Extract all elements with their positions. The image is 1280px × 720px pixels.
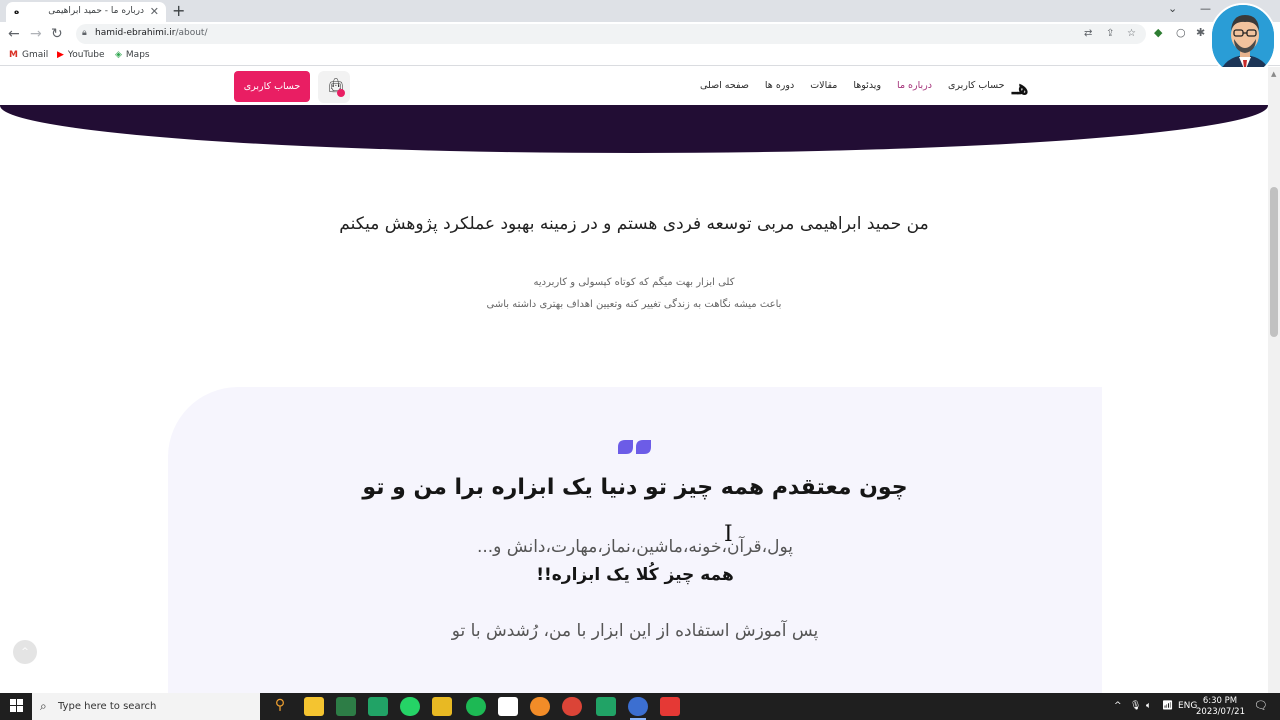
new-tab-button[interactable]: + <box>172 2 185 20</box>
lock-icon[interactable]: 🔒︎ <box>82 28 87 38</box>
site-header: هـ صفحه اصلی دوره ها مقالات ویدئوها دربا… <box>0 67 1268 105</box>
quote-emphasis: همه چیز کُلا یک ابزاره!! <box>536 565 734 585</box>
menu-item-home[interactable]: صفحه اصلی <box>700 80 749 94</box>
taskbar-notes-icon[interactable] <box>304 697 324 716</box>
quote-icon <box>618 440 651 454</box>
taskbar-clock[interactable]: 6:30 PM 2023/07/21 <box>1196 696 1245 718</box>
gmail-icon: M <box>9 50 18 60</box>
minimize-icon[interactable]: — <box>1200 2 1211 15</box>
taskbar-app-icon[interactable] <box>530 697 550 716</box>
back-to-top-button[interactable]: ^ <box>13 640 37 664</box>
tab-search-icon[interactable]: ⌄ <box>1168 2 1177 15</box>
bookmark-label: Maps <box>125 50 150 60</box>
youtube-icon: ▶ <box>57 50 64 60</box>
presenter-avatar <box>1210 3 1276 77</box>
windows-start-icon[interactable] <box>10 699 24 713</box>
bookmark-youtube[interactable]: ▶ YouTube <box>57 50 105 60</box>
cart-badge <box>337 89 345 97</box>
taskbar-camtasia-icon[interactable] <box>368 697 388 716</box>
tray-chevron-icon[interactable]: ^ <box>1114 701 1122 711</box>
windows-taskbar: ⌕ Type here to search ⚲ ^ 🎙︎ 🔈︎ 📶︎ ENG 6… <box>0 693 1280 720</box>
address-bar[interactable]: 🔒︎ hamid-ebrahimi.ir/about/ ⇄ ⇪ ☆ <box>76 24 1146 44</box>
clock-date: 2023/07/21 <box>1196 707 1245 717</box>
tab-close-icon[interactable]: ✕ <box>150 5 159 18</box>
notifications-icon[interactable]: 🗨︎ <box>1254 699 1268 712</box>
taskbar-camtasia-icon[interactable] <box>596 697 616 716</box>
browser-titlebar: ه درباره ما - حمید ابراهیمی ✕ + ⌄ — <box>0 0 1280 22</box>
menu-item-videos[interactable]: ویدئوها <box>853 80 881 94</box>
clock-time: 6:30 PM <box>1202 696 1238 706</box>
menu-item-articles[interactable]: مقالات <box>810 80 837 94</box>
volume-icon[interactable]: 🔈︎ <box>1146 701 1151 711</box>
taskbar-chrome-icon[interactable] <box>562 697 582 716</box>
taskbar-app-icon[interactable] <box>498 697 518 716</box>
browser-toolbar: ← → ↻ 🔒︎ hamid-ebrahimi.ir/about/ ⇄ ⇪ ☆ … <box>0 22 1280 46</box>
quote-title: چون معتقدم همه چیز تو دنیا یک ابزاره برا… <box>362 475 908 500</box>
main-menu: صفحه اصلی دوره ها مقالات ویدئوها درباره … <box>700 80 1005 94</box>
taskbar-search[interactable]: ⌕ Type here to search <box>32 693 260 720</box>
text-cursor-icon: I <box>724 522 733 547</box>
intro-description-line: باعث میشه نگاهت به زندگی تغییر کنه وتعیی… <box>486 299 782 310</box>
reload-icon[interactable]: ↻ <box>51 25 63 43</box>
bookmark-star-icon[interactable]: ☆ <box>1127 28 1136 39</box>
menu-item-account[interactable]: حساب کاربری <box>948 80 1005 94</box>
scroll-thumb[interactable] <box>1270 187 1278 337</box>
extensions-puzzle-icon[interactable]: ✱ <box>1196 26 1205 39</box>
taskbar-whatsapp-icon[interactable] <box>400 697 420 716</box>
extension-icon[interactable]: ◆ <box>1154 26 1162 39</box>
address-url[interactable]: hamid-ebrahimi.ir/about/ <box>95 28 208 38</box>
search-icon: ⌕ <box>40 699 47 713</box>
taskbar-explorer-icon[interactable] <box>432 697 452 716</box>
bookmark-label: YouTube <box>67 50 105 60</box>
network-icon[interactable]: 📶︎ <box>1162 701 1173 711</box>
url-domain: hamid-ebrahimi.ir <box>95 28 176 38</box>
quote-footer: پس آموزش استفاده از این ابزار با من، رُش… <box>451 621 819 641</box>
translate-icon[interactable]: ⇄ <box>1084 28 1092 39</box>
intro-description-line: کلی ابزار بهت میگم که کوتاه کپسولی و کار… <box>533 277 735 288</box>
bookmarks-bar: M Gmail ▶ YouTube ◈ Maps <box>0 46 1280 66</box>
web-page: هـ صفحه اصلی دوره ها مقالات ویدئوها دربا… <box>0 67 1268 693</box>
bookmark-label: Gmail <box>21 50 49 60</box>
hero-band <box>0 105 1268 153</box>
taskbar-recorder-icon[interactable] <box>660 697 680 716</box>
taskbar-spotify-icon[interactable] <box>466 697 486 716</box>
scroll-up-icon[interactable]: ▲ <box>1271 70 1276 78</box>
page-scrollbar[interactable]: ▲ <box>1268 67 1280 693</box>
bookmark-maps[interactable]: ◈ Maps <box>115 50 150 60</box>
quote-list: پول،قرآن،خونه،ماشین،نماز،مهارت،دانش و... <box>476 537 794 557</box>
share-icon[interactable]: ⇪ <box>1106 28 1114 39</box>
url-path: /about/ <box>175 28 208 38</box>
tab-title: درباره ما - حمید ابراهیمی <box>48 6 144 16</box>
site-logo[interactable]: هـ <box>1012 75 1028 99</box>
back-icon[interactable]: ← <box>8 25 20 43</box>
taskbar-chrome-active-icon[interactable] <box>628 697 648 720</box>
maps-icon: ◈ <box>115 50 122 60</box>
cart-button[interactable]: 👜︎ <box>318 71 350 103</box>
language-indicator[interactable]: ENG <box>1178 701 1197 711</box>
taskbar-search-app-icon[interactable]: ⚲ <box>270 697 290 716</box>
tab-favicon: ه <box>14 7 20 17</box>
account-button[interactable]: حساب کاربری <box>234 71 310 102</box>
menu-item-about[interactable]: درباره ما <box>897 80 932 94</box>
menu-item-courses[interactable]: دوره ها <box>765 80 794 94</box>
taskbar-search-placeholder: Type here to search <box>58 701 157 712</box>
taskbar-store-icon[interactable] <box>336 697 356 716</box>
intro-title: من حمید ابراهیمی مربی توسعه فردی هستم و … <box>339 214 929 234</box>
extension-shield-icon[interactable]: ○ <box>1176 26 1186 39</box>
bookmark-gmail[interactable]: M Gmail <box>9 50 48 60</box>
browser-tab[interactable]: ه درباره ما - حمید ابراهیمی ✕ <box>6 2 166 22</box>
quote-card: چون معتقدم همه چیز تو دنیا یک ابزاره برا… <box>168 387 1102 693</box>
forward-icon[interactable]: → <box>30 25 42 43</box>
microphone-icon[interactable]: 🎙︎ <box>1130 701 1141 711</box>
